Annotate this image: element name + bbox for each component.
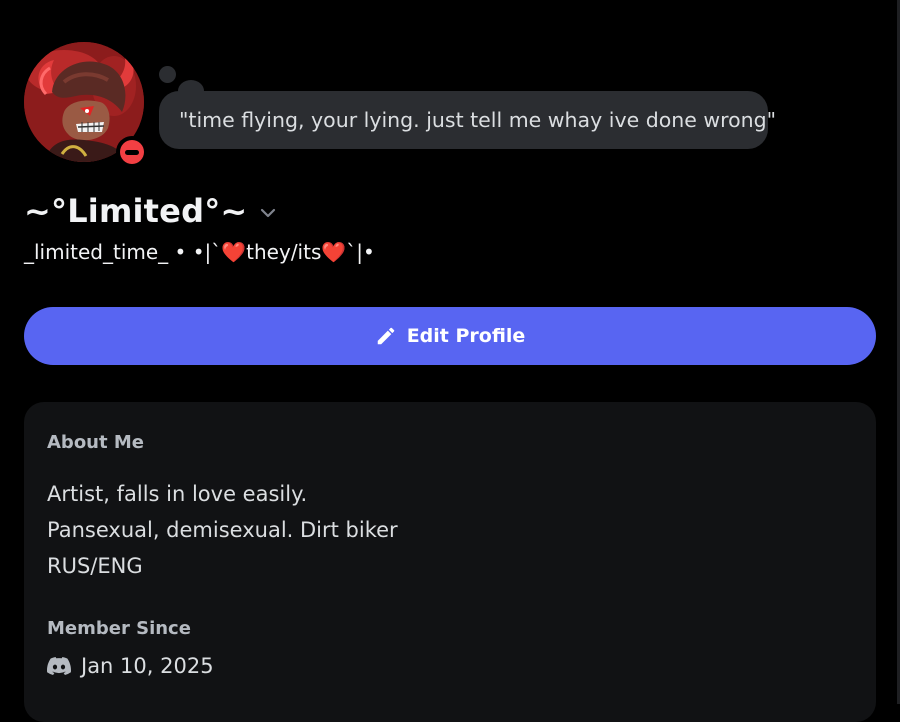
- pencil-icon: [377, 327, 394, 345]
- custom-status-text: "time flying, your lying. just tell me w…: [179, 108, 777, 132]
- pronoun-suffix: `|•: [346, 240, 375, 264]
- display-name: ~°Limited°~: [24, 192, 248, 230]
- custom-status-bubble[interactable]: "time flying, your lying. just tell me w…: [159, 91, 776, 149]
- member-since-title: Member Since: [47, 618, 191, 639]
- thought-dot-small: [159, 66, 176, 83]
- heart-right-icon: ❤️: [321, 240, 347, 264]
- about-line: Artist, falls in love easily.: [47, 482, 308, 506]
- edit-profile-label: Edit Profile: [406, 325, 526, 347]
- pronoun-prefix: •|`: [192, 240, 222, 264]
- display-name-row: ~°Limited°~: [24, 192, 277, 230]
- chevron-down-icon[interactable]: [259, 204, 277, 222]
- about-me-title: About Me: [47, 432, 144, 453]
- about-line: Pansexual, demisexual. Dirt biker: [47, 518, 398, 542]
- profile-info-card: About Me Artist, falls in love easily. P…: [24, 402, 876, 722]
- member-since-date: Jan 10, 2025: [81, 654, 214, 678]
- username[interactable]: _limited_time_: [24, 240, 168, 264]
- about-me-text: Artist, falls in love easily. Pansexual,…: [47, 476, 398, 584]
- edit-profile-button[interactable]: Edit Profile: [24, 307, 876, 365]
- separator: •: [168, 240, 193, 264]
- member-since-row: Jan 10, 2025: [47, 654, 214, 678]
- pronouns: they/its: [246, 240, 322, 264]
- discord-icon: [47, 657, 71, 675]
- heart-left-icon: ❤️: [221, 240, 247, 264]
- username-row: _limited_time_ • •|`❤️they/its❤️`|•: [24, 240, 375, 264]
- about-line: RUS/ENG: [47, 554, 143, 578]
- do-not-disturb-icon: [120, 140, 144, 164]
- status-indicator-dnd: [116, 136, 148, 168]
